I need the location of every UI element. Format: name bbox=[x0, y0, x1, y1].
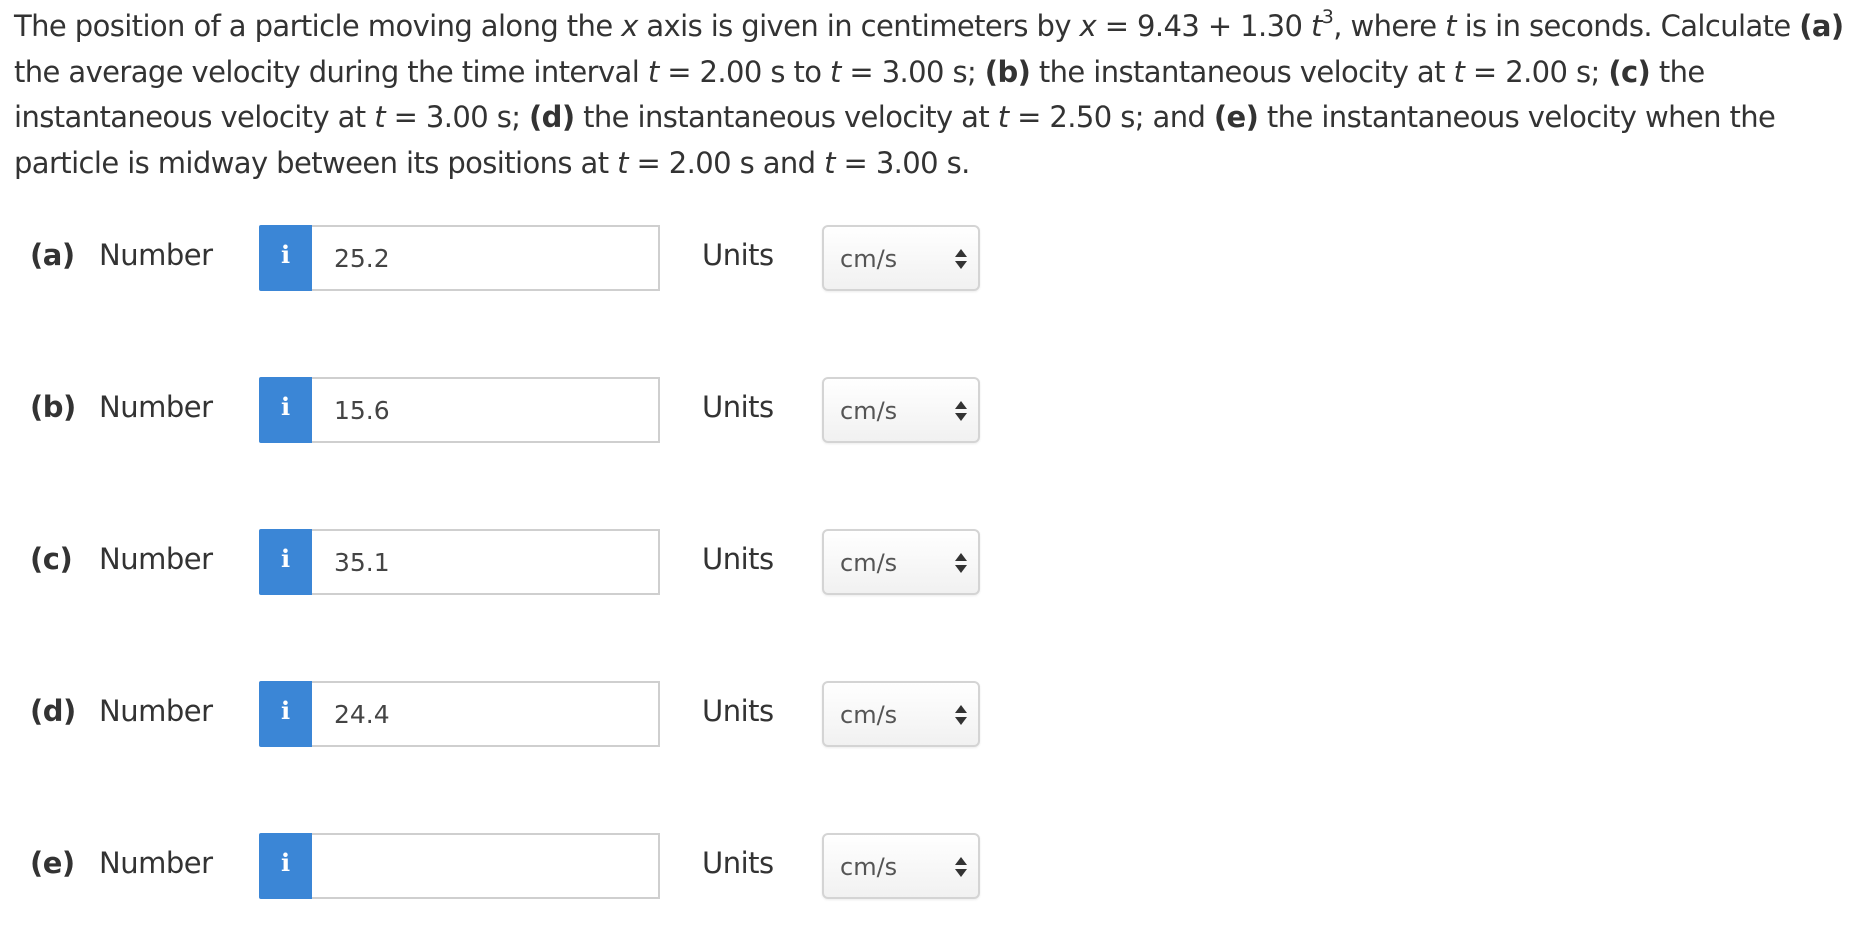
number-label: Number bbox=[99, 390, 213, 424]
var-x: x bbox=[621, 9, 638, 43]
part-label: (e) bbox=[30, 846, 75, 880]
updown-arrows-icon bbox=[955, 249, 967, 269]
question-fragment: = 2.00 s to bbox=[658, 54, 830, 89]
number-label: Number bbox=[99, 694, 213, 728]
units-value: cm/s bbox=[840, 701, 898, 729]
var-t: t bbox=[647, 54, 659, 89]
var-t: t bbox=[1310, 9, 1322, 43]
question-fragment: = 2.00 s and bbox=[627, 145, 825, 180]
part-label: (b) bbox=[30, 390, 76, 424]
question-fragment: = 3.00 s; bbox=[384, 100, 530, 134]
number-label: Number bbox=[99, 846, 213, 880]
number-input[interactable] bbox=[312, 529, 660, 595]
question-text: The position of a particle moving along … bbox=[14, 4, 1850, 186]
units-select[interactable]: cm/s bbox=[822, 833, 980, 899]
units-label: Units bbox=[702, 542, 774, 576]
units-select[interactable]: cm/s bbox=[822, 681, 980, 747]
var-t: t bbox=[1445, 9, 1456, 43]
part-marker-d: (d) bbox=[529, 100, 575, 134]
question-fragment: = 3.00 s. bbox=[834, 145, 971, 180]
answer-row-a: (a) Number i Units cm/s bbox=[0, 225, 1000, 291]
question-fragment: = 9.43 + 1.30 bbox=[1096, 9, 1311, 43]
info-icon[interactable]: i bbox=[259, 225, 312, 291]
answer-row-e: (e) Number i Units cm/s bbox=[0, 833, 1000, 899]
question-fragment: The position of a particle moving along … bbox=[14, 9, 622, 43]
part-label: (a) bbox=[30, 238, 75, 272]
question-fragment: axis is given in centimeters by bbox=[637, 9, 1080, 43]
units-label: Units bbox=[702, 390, 774, 424]
question-fragment: the instantaneous velocity at bbox=[1030, 54, 1454, 89]
var-t: t bbox=[824, 145, 835, 180]
number-input[interactable] bbox=[312, 225, 660, 291]
answer-row-c: (c) Number i Units cm/s bbox=[0, 529, 1000, 595]
units-label: Units bbox=[702, 694, 774, 728]
question-fragment: = 2.50 s; and bbox=[1008, 100, 1214, 134]
var-t: t bbox=[374, 100, 385, 134]
answer-row-b: (b) Number i Units cm/s bbox=[0, 377, 1000, 443]
units-select[interactable]: cm/s bbox=[822, 377, 980, 443]
question-fragment: is in seconds. Calculate bbox=[1455, 9, 1800, 43]
info-icon[interactable]: i bbox=[259, 529, 312, 595]
number-input[interactable] bbox=[312, 681, 660, 747]
answer-row-d: (d) Number i Units cm/s bbox=[0, 681, 1000, 747]
question-fragment: the average velocity during the time int… bbox=[14, 54, 648, 89]
number-label: Number bbox=[99, 238, 213, 272]
question-fragment: = 2.00 s; bbox=[1464, 54, 1609, 89]
var-t: t bbox=[829, 54, 841, 89]
units-select[interactable]: cm/s bbox=[822, 225, 980, 291]
units-value: cm/s bbox=[840, 853, 898, 881]
question-fragment: the instantaneous velocity at bbox=[574, 100, 998, 134]
var-x: x bbox=[1079, 9, 1097, 43]
var-t: t bbox=[1453, 54, 1465, 89]
info-icon[interactable]: i bbox=[259, 833, 312, 899]
question-fragment: = 3.00 s; bbox=[840, 54, 985, 89]
var-t: t bbox=[997, 100, 1009, 134]
updown-arrows-icon bbox=[955, 857, 967, 877]
part-marker-e: (e) bbox=[1213, 100, 1259, 134]
part-marker-c: (c) bbox=[1608, 54, 1651, 89]
part-marker-a: (a) bbox=[1799, 9, 1844, 43]
info-icon[interactable]: i bbox=[259, 377, 312, 443]
part-label: (d) bbox=[30, 694, 76, 728]
updown-arrows-icon bbox=[955, 401, 967, 421]
units-label: Units bbox=[702, 238, 774, 272]
updown-arrows-icon bbox=[955, 705, 967, 725]
units-label: Units bbox=[702, 846, 774, 880]
units-select[interactable]: cm/s bbox=[822, 529, 980, 595]
part-label: (c) bbox=[30, 542, 73, 576]
number-input[interactable] bbox=[312, 833, 660, 899]
updown-arrows-icon bbox=[955, 553, 967, 573]
units-value: cm/s bbox=[840, 397, 898, 425]
number-input[interactable] bbox=[312, 377, 660, 443]
units-value: cm/s bbox=[840, 245, 898, 273]
info-icon[interactable]: i bbox=[259, 681, 312, 747]
var-t: t bbox=[617, 145, 628, 180]
part-marker-b: (b) bbox=[984, 54, 1031, 89]
units-value: cm/s bbox=[840, 549, 898, 577]
question-fragment: , where bbox=[1333, 9, 1446, 43]
number-label: Number bbox=[99, 542, 213, 576]
exponent: 3 bbox=[1321, 6, 1334, 29]
